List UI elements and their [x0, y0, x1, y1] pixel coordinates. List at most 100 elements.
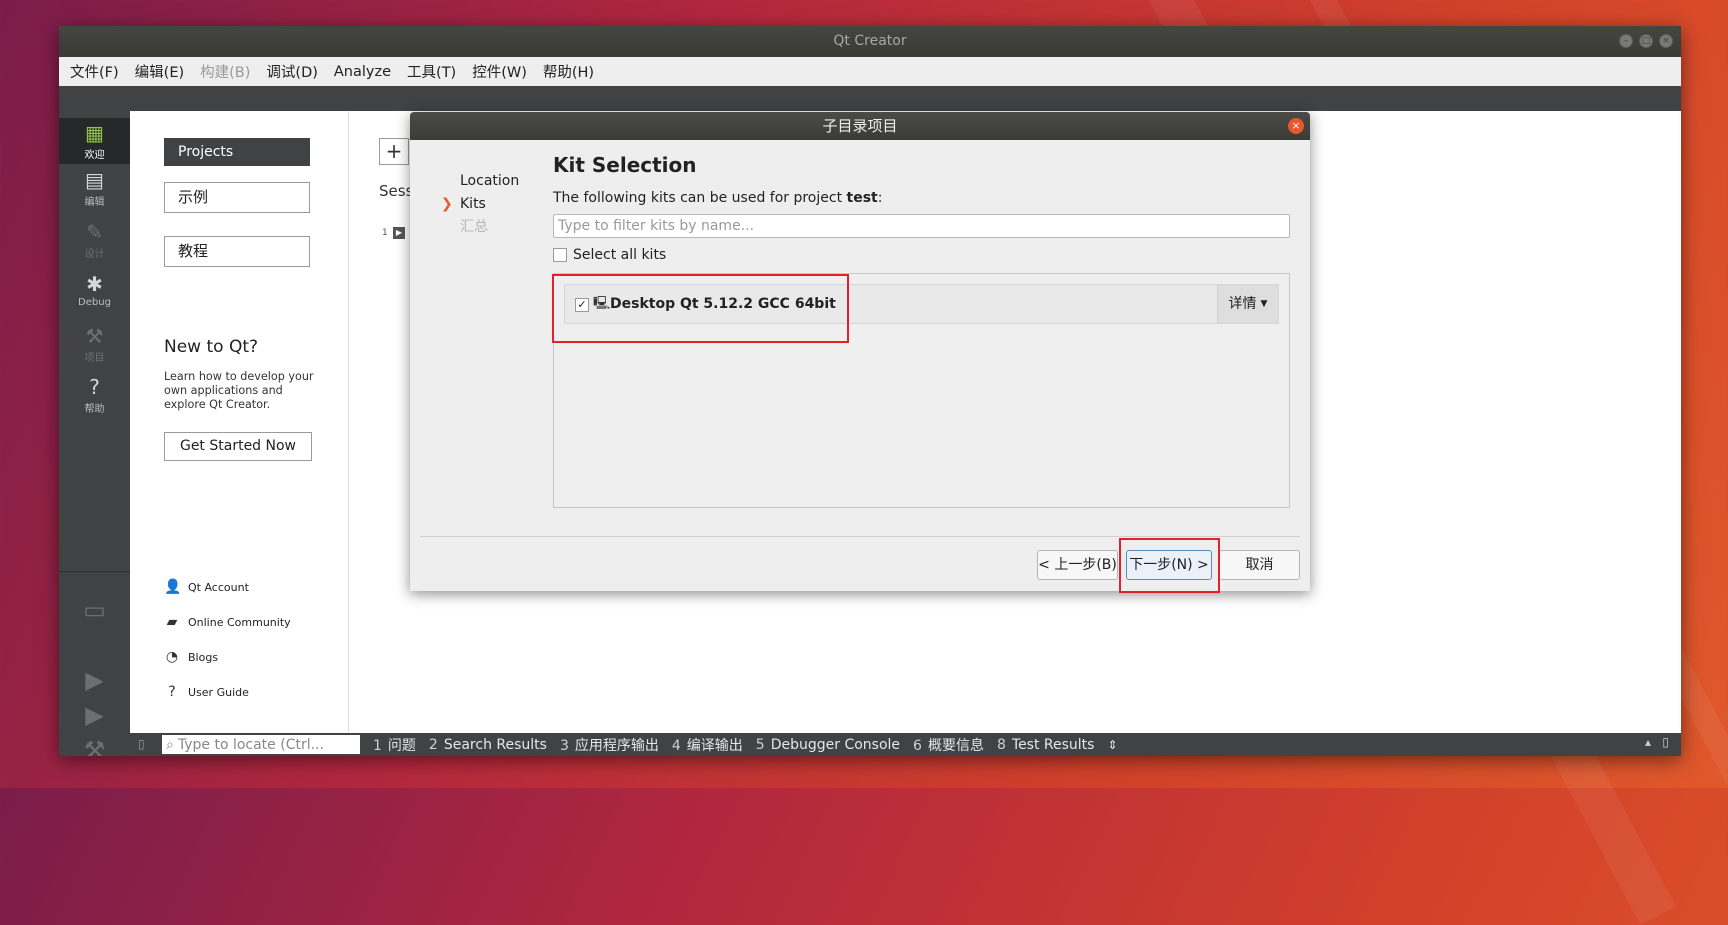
menu-edit[interactable]: 编辑(E): [127, 61, 192, 82]
qt-account-link[interactable]: 👤 Qt Account: [164, 579, 249, 595]
build-hammer-icon[interactable]: ⚒: [59, 736, 130, 756]
output-tab-compile-output[interactable]: 4 编译输出: [672, 735, 743, 755]
tab-number: 5: [755, 736, 765, 753]
kit-list: ✓ 🖳 Desktop Qt 5.12.2 GCC 64bit 详情 ▼: [553, 273, 1290, 508]
session-number: 1: [382, 228, 388, 238]
mode-projects[interactable]: ⚒ 项目: [59, 325, 130, 364]
chevron-down-icon: ▼: [1260, 299, 1268, 309]
edit-document-icon: ▤: [85, 168, 104, 192]
kit-selection-description: The following kits can be used for proje…: [553, 190, 882, 206]
bug-icon: ✱: [86, 272, 103, 296]
output-tab-general-messages[interactable]: 6 概要信息: [913, 735, 984, 755]
output-pane-bar: ▯ ⌕ Type to locate (Ctrl... 1 问题 2 Search …: [130, 733, 1681, 756]
link-label: Blogs: [188, 650, 219, 664]
kit-details-button[interactable]: 详情 ▼: [1217, 285, 1278, 323]
output-tab-issues[interactable]: 1 问题: [373, 735, 416, 755]
tab-label: Test Results: [1011, 736, 1095, 753]
search-icon: ⌕: [166, 736, 174, 753]
debug-run-icon[interactable]: ▶: [59, 701, 130, 729]
tab-number: 4: [671, 737, 681, 754]
output-tab-test-results[interactable]: 8 Test Results: [997, 737, 1095, 753]
desc-text: The following kits can be used for proje…: [553, 190, 847, 206]
output-tab-debugger-console[interactable]: 5 Debugger Console: [756, 737, 900, 753]
welcome-left-panel: Projects 示例 教程 New to Qt? Learn how to d…: [130, 111, 349, 733]
cancel-button[interactable]: 取消: [1219, 550, 1300, 580]
show-output-pane-icon[interactable]: ▴: [1645, 735, 1651, 749]
more-tabs-icon[interactable]: ⇕: [1107, 738, 1117, 752]
run-icon[interactable]: ▶: [59, 666, 130, 694]
subdirs-project-wizard-dialog: 子目录项目 × Location ❯ Kits 汇总 Kit Selection…: [410, 112, 1310, 591]
kit-filter-input[interactable]: [553, 214, 1290, 238]
welcome-examples-button[interactable]: 示例: [164, 182, 310, 213]
new-project-plus-button[interactable]: +: [379, 138, 409, 165]
menu-analyze[interactable]: Analyze: [326, 64, 399, 80]
mode-edit[interactable]: ▤ 编辑: [59, 169, 130, 208]
welcome-projects-button[interactable]: Projects: [164, 138, 310, 166]
dialog-close-icon[interactable]: ×: [1288, 118, 1304, 134]
pencil-icon: ✎: [86, 220, 103, 244]
tab-number: 6: [913, 737, 922, 754]
locator-placeholder: Type to locate (Ctrl...: [177, 736, 324, 753]
help-circle-icon: ?: [168, 684, 176, 700]
kit-selector-monitor-icon[interactable]: ▭: [59, 596, 130, 624]
right-sidebar-toggle-icon[interactable]: ▯: [1662, 735, 1669, 749]
menu-file[interactable]: 文件(F): [59, 61, 127, 82]
tab-number: 1: [373, 737, 382, 754]
checkbox-label: Select all kits: [573, 247, 667, 263]
select-all-kits-checkbox[interactable]: Select all kits: [553, 247, 666, 263]
mode-label: 欢迎: [84, 150, 105, 161]
tab-label: Search Results: [443, 736, 547, 753]
wizard-step-summary: 汇总: [460, 219, 488, 235]
new-to-qt-description: Learn how to develop your own applicatio…: [164, 370, 314, 411]
tab-number: 2: [428, 736, 438, 753]
details-label: 详情: [1228, 296, 1257, 312]
mode-debug[interactable]: ✱ Debug: [59, 273, 130, 308]
modebar-separator: [59, 571, 130, 572]
mode-label: 设计: [84, 249, 105, 260]
chat-bubble-icon: ▰: [166, 614, 178, 630]
tab-label: 应用程序输出: [574, 737, 659, 754]
sidebar-toggle-icon[interactable]: ▯: [138, 737, 145, 751]
sessions-label: Sess: [379, 182, 414, 200]
output-tab-application-output[interactable]: 3 应用程序输出: [560, 735, 659, 755]
minimize-icon[interactable]: –: [1619, 34, 1633, 48]
window-titlebar[interactable]: Qt Creator – □ ×: [59, 26, 1681, 57]
wizard-step-kits: ❯ Kits: [441, 193, 519, 216]
menu-debug[interactable]: 调试(D): [258, 61, 325, 82]
kit-row[interactable]: ✓ 🖳 Desktop Qt 5.12.2 GCC 64bit 详情 ▼: [564, 284, 1279, 324]
mode-welcome[interactable]: ▦ 欢迎: [59, 118, 130, 164]
menubar: 文件(F) 编辑(E) 构建(B) 调试(D) Analyze 工具(T) 控件…: [59, 57, 1681, 87]
menu-tools[interactable]: 工具(T): [399, 61, 464, 82]
output-tab-search-results[interactable]: 2 Search Results: [429, 737, 547, 753]
locator-input[interactable]: ⌕ Type to locate (Ctrl...: [162, 735, 360, 754]
dialog-titlebar[interactable]: 子目录项目 ×: [410, 112, 1310, 140]
checkbox-box[interactable]: [553, 248, 567, 262]
session-expand-icon[interactable]: ▶: [393, 227, 405, 239]
top-dark-bar: [59, 86, 1681, 111]
menu-build[interactable]: 构建(B): [192, 61, 258, 82]
window-title: Qt Creator: [833, 33, 907, 49]
back-button[interactable]: < 上一步(B): [1037, 550, 1118, 580]
mode-sidebar: ▦ 欢迎 ▤ 编辑 ✎ 设计 ✱ Debug ⚒ 项目 ? 帮助 ▭ ▶ ▶ ⚒: [59, 111, 130, 756]
mode-help[interactable]: ? 帮助: [59, 376, 130, 415]
welcome-tutorials-button[interactable]: 教程: [164, 236, 310, 267]
user-guide-link[interactable]: ? User Guide: [164, 684, 249, 700]
kit-checkbox[interactable]: ✓: [575, 298, 589, 312]
close-icon[interactable]: ×: [1659, 34, 1673, 48]
wizard-step-location: Location: [460, 173, 520, 189]
current-step-arrow-icon: ❯: [441, 196, 453, 212]
menu-help[interactable]: 帮助(H): [535, 61, 602, 82]
wizard-steps: Location ❯ Kits 汇总: [441, 170, 520, 239]
maximize-icon[interactable]: □: [1639, 34, 1653, 48]
get-started-button[interactable]: Get Started Now: [164, 432, 312, 461]
dialog-separator: [420, 536, 1300, 537]
next-button[interactable]: 下一步(N) >: [1126, 550, 1212, 580]
blogs-link[interactable]: ◔ Blogs: [164, 649, 218, 665]
user-icon: 👤: [164, 579, 182, 595]
mode-design[interactable]: ✎ 设计: [59, 221, 130, 260]
online-community-link[interactable]: ▰ Online Community: [164, 614, 291, 630]
menu-widgets[interactable]: 控件(W): [464, 61, 535, 82]
help-icon: ?: [89, 375, 100, 399]
project-name: test: [846, 190, 878, 206]
desktop-monitor-icon: 🖳: [593, 296, 611, 311]
